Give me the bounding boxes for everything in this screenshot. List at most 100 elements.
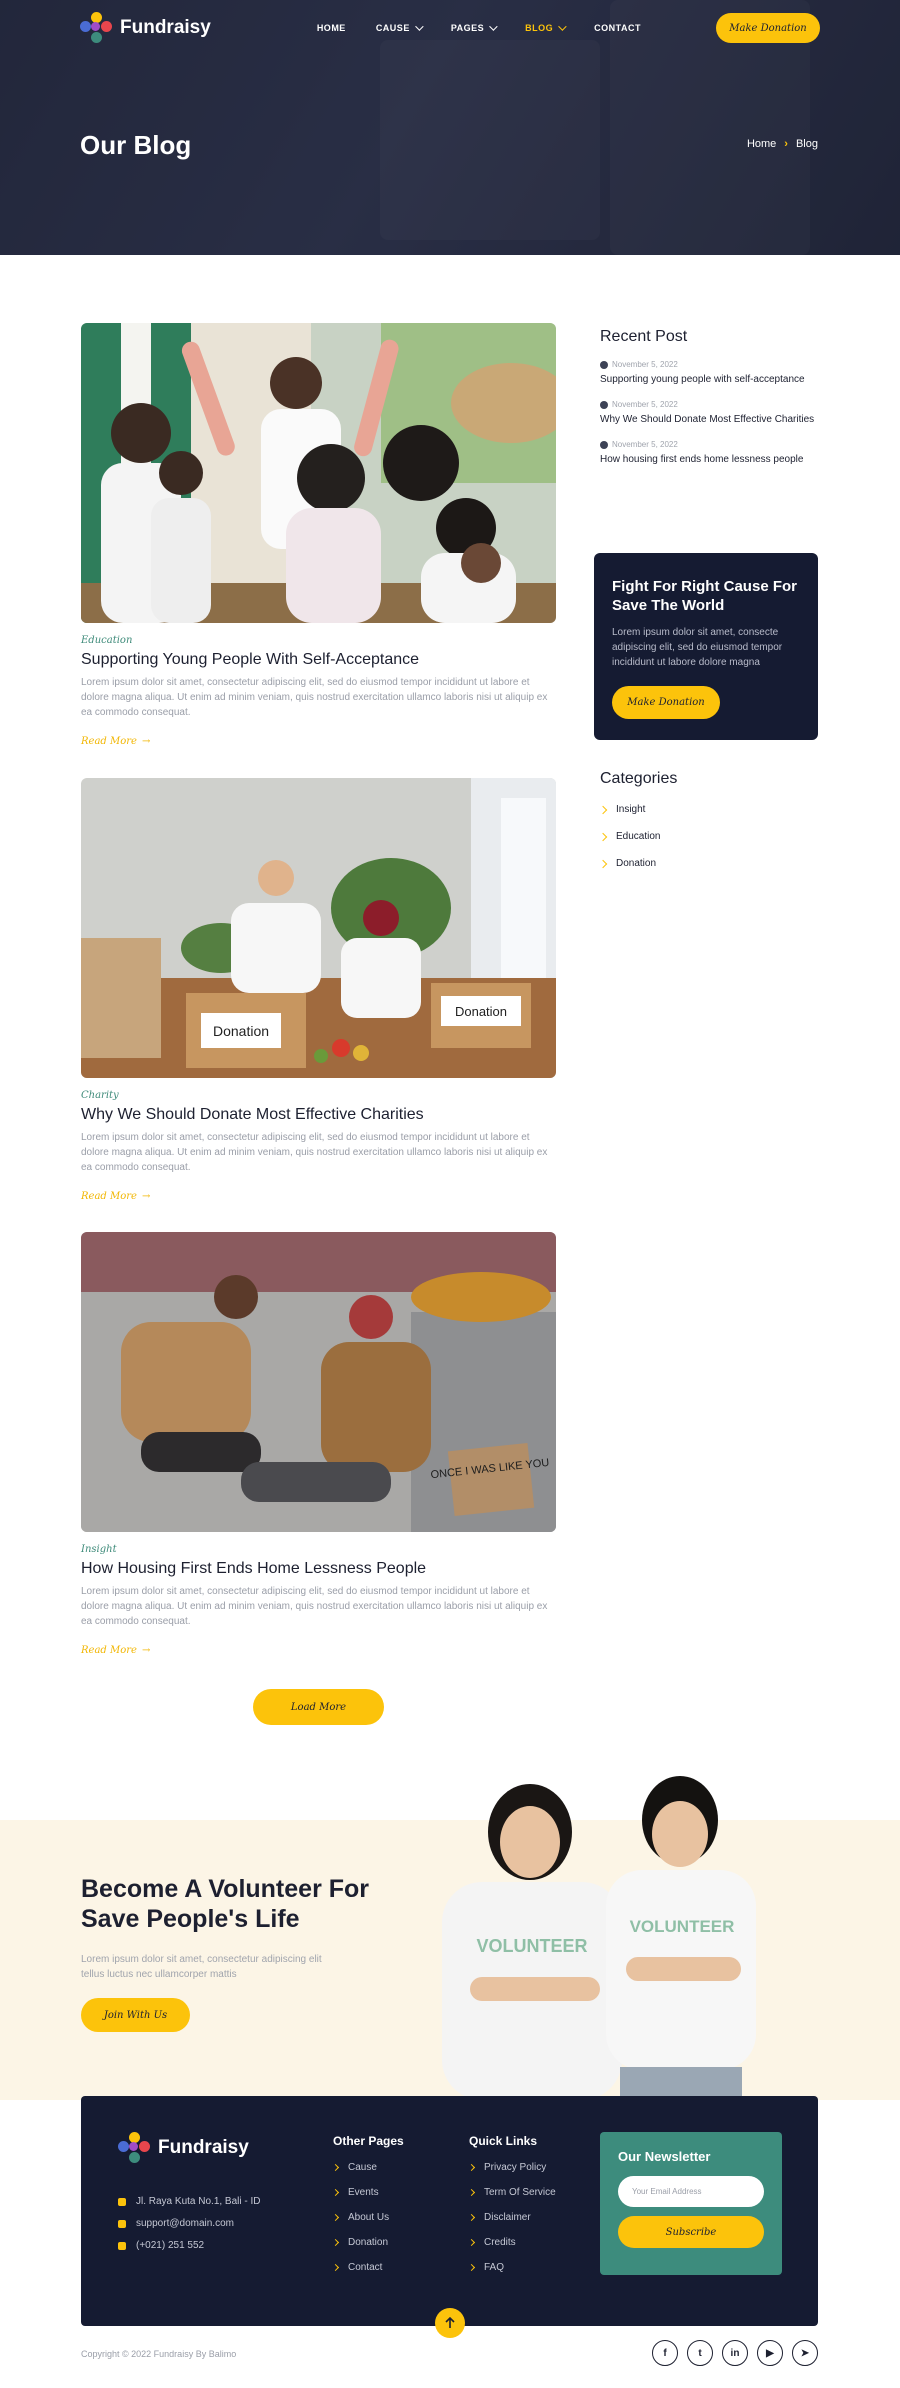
make-donation-button[interactable]: Make Donation [716,13,820,43]
footer-link[interactable]: About Us [331,2212,404,2223]
post-title[interactable]: Why We Should Donate Most Effective Char… [81,1106,556,1124]
breadcrumb-current: Blog [795,138,818,150]
post-category[interactable]: Insight [81,1544,556,1555]
load-more-button[interactable]: Load More [253,1689,384,1725]
chevron-right-icon [598,859,608,868]
recent-post-item: November 5, 2022 Why We Should Donate Mo… [600,400,818,426]
back-to-top-button[interactable] [435,2308,465,2338]
join-with-us-button[interactable]: Join With Us [81,1998,190,2032]
footer-quick-links: Quick Links Privacy Policy Term Of Servi… [467,2134,556,2287]
page-hero: Fundraisy HOME CAUSE PAGES BLOG CONTACT … [0,0,900,255]
telegram-icon[interactable]: ➤ [792,2340,818,2366]
chevron-down-icon [414,22,424,31]
footer-link[interactable]: FAQ [467,2262,556,2273]
newsletter-box: Our Newsletter Subscribe [600,2132,782,2275]
footer-link[interactable]: Term Of Service [467,2187,556,2198]
nav-item-pages[interactable]: PAGES [451,22,498,33]
footer-column-title: Other Pages [333,2134,404,2148]
breadcrumb-home-link[interactable]: Home [747,138,776,150]
category-link[interactable]: Donation [598,858,818,869]
recent-posts-widget: Recent Post November 5, 2022 Supporting … [600,328,818,466]
categories-widget: Categories Insight Education Donation [598,770,818,869]
recent-post-item: November 5, 2022 Supporting young people… [600,360,818,386]
footer-other-pages: Other Pages Cause Events About Us Donati… [331,2134,404,2287]
footer-link[interactable]: Contact [331,2262,404,2273]
nav-item-home[interactable]: HOME [317,23,346,33]
logo-icon [118,2132,150,2164]
clock-icon [600,360,608,369]
clock-icon [600,440,608,449]
post-image[interactable]: ONCE I WAS LIKE YOU [81,1232,556,1532]
volunteer-text: Lorem ipsum dolor sit amet, consectetur … [81,1954,322,1980]
footer-link[interactable]: Privacy Policy [467,2162,556,2173]
footer-link[interactable]: Disclaimer [467,2212,556,2223]
youtube-icon[interactable]: ▶ [757,2340,783,2366]
site-footer: Fundraisy Jl. Raya Kuta No.1, Bali - ID … [81,2096,818,2326]
logo-text: Fundraisy [120,17,211,38]
footer-link[interactable]: Events [331,2187,404,2198]
facebook-icon[interactable]: f [652,2340,678,2366]
newsletter-email-input[interactable] [618,2176,764,2207]
post-category[interactable]: Education [81,635,556,646]
logo-text: Fundraisy [158,2137,249,2158]
recent-posts-title: Recent Post [600,328,688,345]
blog-post-card: Education Supporting Young People With S… [81,323,556,747]
site-logo[interactable]: Fundraisy [80,12,211,44]
subscribe-button[interactable]: Subscribe [618,2216,764,2248]
volunteer-shirt-text: VOLUNTEER [630,1917,735,1936]
recent-post-link[interactable]: Supporting young people with self-accept… [600,373,818,386]
category-link[interactable]: Insight [598,804,818,815]
recent-post-link[interactable]: How housing first ends home lessness peo… [600,453,818,466]
chevron-right-icon [331,2238,340,2247]
footer-address: Jl. Raya Kuta No.1, Bali - ID [118,2196,261,2207]
post-image[interactable] [81,323,556,623]
newsletter-title: Our Newsletter [618,2149,711,2164]
chevron-right-icon [598,832,608,841]
footer-logo[interactable]: Fundraisy [118,2132,249,2164]
footer-email[interactable]: support@domain.com [118,2218,234,2229]
blog-post-card: Donation Donation Charity Why We Should … [81,778,556,1202]
nav-item-blog[interactable]: BLOG [525,22,567,33]
post-excerpt: Lorem ipsum dolor sit amet, consectetur … [81,1586,548,1627]
donation-box-label: Donation [455,1004,507,1019]
main-navbar: Fundraisy HOME CAUSE PAGES BLOG CONTACT … [80,10,820,46]
donate-cta-box: Fight For Right Cause For Save The World… [594,553,818,740]
breadcrumb: Home › Blog [747,138,818,150]
recent-post-link[interactable]: Why We Should Donate Most Effective Char… [600,413,818,426]
chevron-right-icon [331,2188,340,2197]
social-links: f t in ▶ ➤ [652,2340,818,2366]
twitter-icon[interactable]: t [687,2340,713,2366]
cta-box-text: Lorem ipsum dolor sit amet, consecte adi… [612,627,783,668]
footer-phone[interactable]: (+021) 251 552 [118,2240,204,2251]
post-title[interactable]: How Housing First Ends Home Lessness Peo… [81,1560,556,1578]
chevron-right-icon [467,2263,476,2272]
footer-link[interactable]: Credits [467,2237,556,2248]
linkedin-icon[interactable]: in [722,2340,748,2366]
footer-link[interactable]: Donation [331,2237,404,2248]
post-date: November 5, 2022 [612,400,678,409]
post-date: November 5, 2022 [612,440,678,449]
make-donation-button[interactable]: Make Donation [612,686,720,719]
post-title[interactable]: Supporting Young People With Self-Accept… [81,651,556,669]
read-more-link[interactable]: Read More → [81,736,556,747]
nav-item-cause[interactable]: CAUSE [376,22,424,33]
page-title: Our Blog [80,130,192,160]
footer-link[interactable]: Cause [331,2162,404,2173]
cta-box-title: Fight For Right Cause For Save The World [612,578,797,614]
chevron-right-icon [467,2238,476,2247]
post-category[interactable]: Charity [81,1090,556,1101]
chevron-down-icon [489,22,498,31]
arrow-right-icon: → [141,1645,151,1656]
chevron-right-icon [331,2213,340,2222]
chevron-right-icon [467,2163,476,2172]
read-more-link[interactable]: Read More → [81,1645,556,1656]
volunteer-title: Become A Volunteer For Save People's Lif… [81,1875,370,1933]
nav-item-contact[interactable]: CONTACT [594,23,641,33]
post-image[interactable]: Donation Donation [81,778,556,1078]
footer-column-title: Quick Links [469,2134,538,2148]
post-excerpt: Lorem ipsum dolor sit amet, consectetur … [81,1132,548,1173]
blog-post-card: ONCE I WAS LIKE YOU Insight How Housing … [81,1232,556,1656]
chevron-down-icon [558,22,567,31]
read-more-link[interactable]: Read More → [81,1191,556,1202]
category-link[interactable]: Education [598,831,818,842]
